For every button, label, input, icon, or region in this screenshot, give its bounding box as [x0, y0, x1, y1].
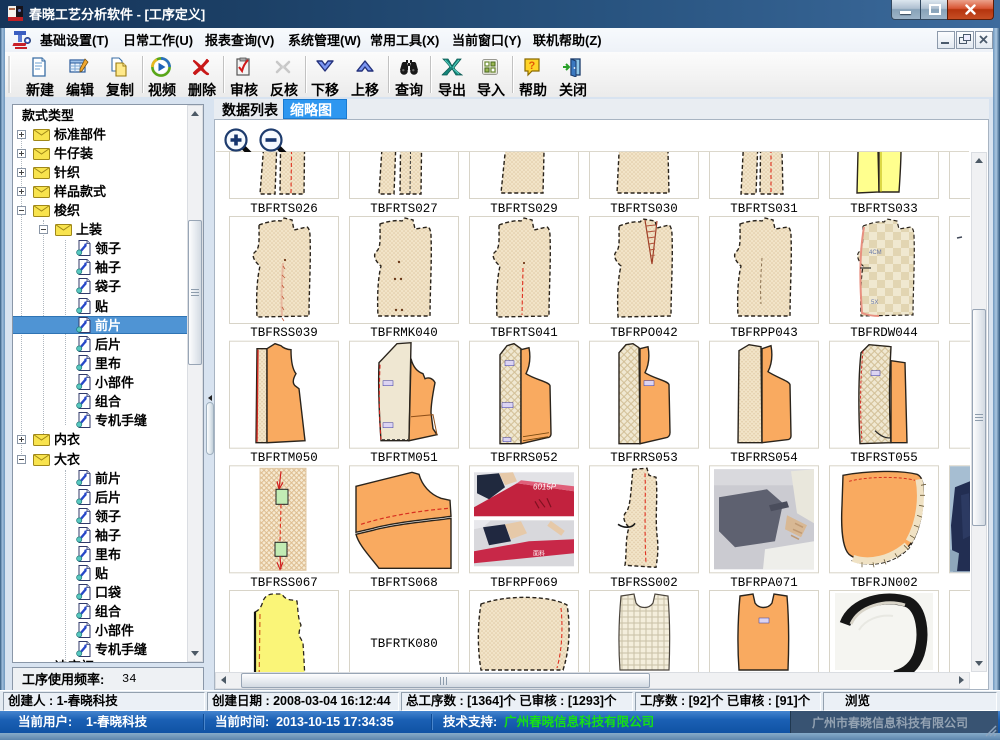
svg-text:面料: 面料: [533, 549, 545, 557]
svg-text:4CM: 4CM: [869, 250, 882, 256]
svg-text:?: ?: [529, 60, 536, 72]
svg-text:5X: 5X: [871, 300, 878, 306]
svg-text:6015P: 6015P: [533, 482, 557, 491]
